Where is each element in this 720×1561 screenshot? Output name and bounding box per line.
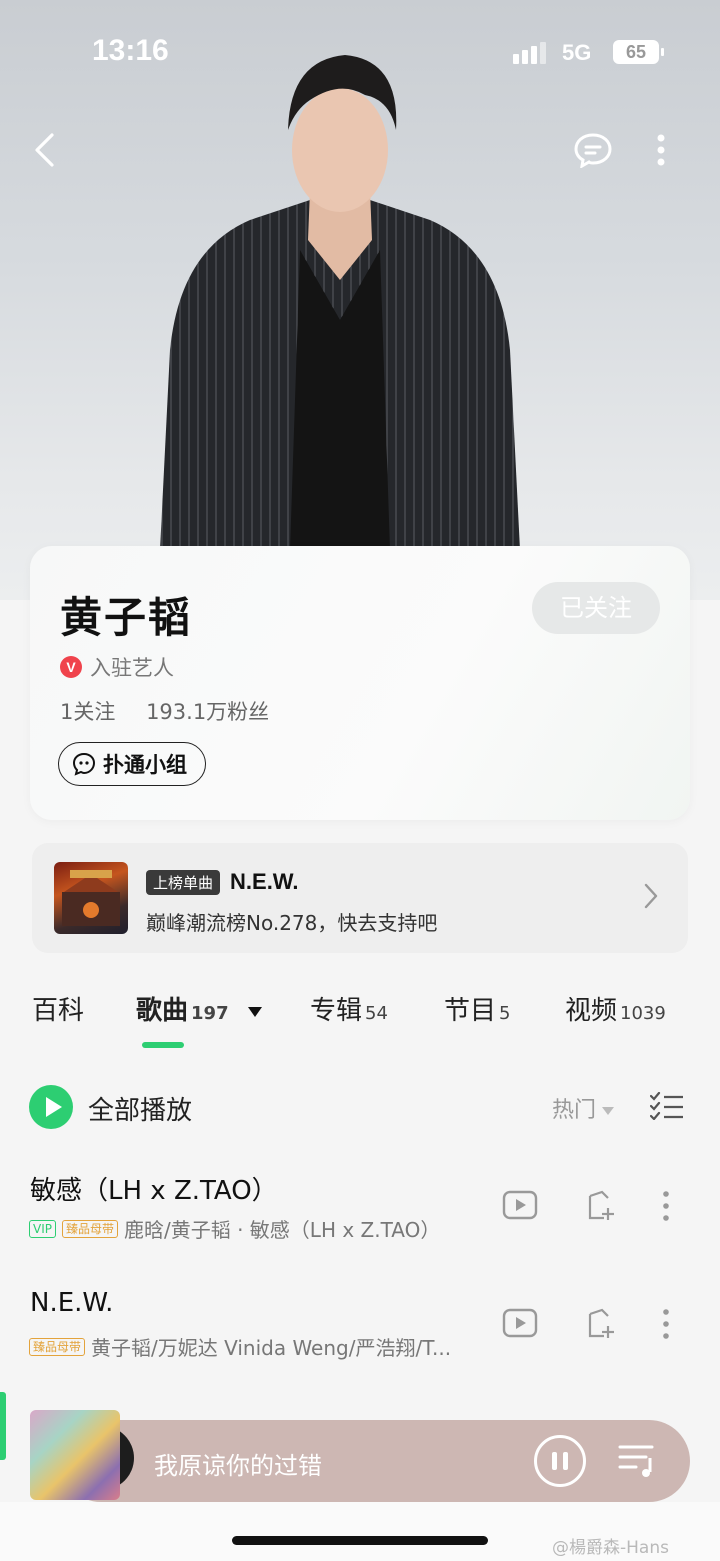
- tab-count: 197: [191, 1003, 229, 1024]
- artist-stats: 1关注 193.1万粉丝: [60, 696, 269, 726]
- status-time: 13:16: [92, 34, 169, 67]
- song-meta: VIP 臻品母带 鹿晗/黄子韬 · 敏感（LH x Z.TAO）: [29, 1214, 440, 1243]
- multi-select-icon[interactable]: [650, 1092, 684, 1120]
- add-to-playlist-icon[interactable]: [586, 1190, 618, 1222]
- playing-indicator-bar: [0, 1392, 6, 1460]
- watermark: @楊爵森-Hans: [552, 1538, 669, 1558]
- content-tabs: 百科 歌曲 197 专辑 54 节目 5 视频 1039: [0, 990, 720, 1050]
- network-type: 5G: [562, 40, 592, 65]
- video-play-icon[interactable]: [502, 1190, 538, 1220]
- tab-songs[interactable]: 歌曲 197: [136, 990, 262, 1027]
- chat-bubble-icon: [574, 133, 612, 168]
- more-vertical-icon[interactable]: [662, 1308, 670, 1340]
- comment-button[interactable]: [571, 128, 615, 172]
- home-indicator[interactable]: [232, 1536, 488, 1545]
- verified-label: 入驻艺人: [90, 656, 174, 680]
- more-vertical-icon[interactable]: [662, 1190, 670, 1222]
- caret-down-icon: [247, 1006, 262, 1017]
- tab-label: 视频: [565, 996, 618, 1026]
- follow-button[interactable]: 已关注: [532, 582, 660, 634]
- pause-button[interactable]: [534, 1435, 586, 1487]
- song-row[interactable]: 敏感（LH x Z.TAO） VIP 臻品母带 鹿晗/黄子韬 · 敏感（LH x…: [0, 1170, 720, 1260]
- chevron-right-icon: [644, 883, 658, 909]
- group-chat-icon: [72, 752, 96, 776]
- fans-count[interactable]: 193.1万粉丝: [146, 700, 269, 724]
- more-options-button[interactable]: [639, 128, 683, 172]
- verified-row: V 入驻艺人: [60, 652, 174, 682]
- back-button[interactable]: [22, 128, 66, 172]
- song-row[interactable]: N.E.W. 臻品母带 黄子韬/万妮达 Vinida Weng/严浩翔/T...: [0, 1288, 720, 1378]
- master-quality-tag: 臻品母带: [29, 1337, 86, 1356]
- fan-group-label: 扑通小组: [103, 753, 187, 777]
- chart-tagline: 上榜单曲 N.E.W.: [146, 869, 298, 895]
- play-all-label[interactable]: 全部播放: [88, 1090, 192, 1127]
- tab-albums[interactable]: 专辑 54: [310, 990, 388, 1027]
- tab-videos[interactable]: 视频 1039: [565, 990, 666, 1027]
- artist-photo: [160, 55, 520, 550]
- more-vertical-icon: [657, 134, 665, 166]
- top-nav: [0, 128, 720, 172]
- video-play-icon[interactable]: [502, 1308, 538, 1338]
- tab-count: 54: [365, 1003, 388, 1024]
- master-quality-tag: 臻品母带: [61, 1219, 118, 1238]
- now-playing-cover[interactable]: [30, 1410, 134, 1500]
- tab-label: 节目: [444, 996, 497, 1026]
- chevron-left-icon: [35, 133, 54, 167]
- song-meta: 臻品母带 黄子韬/万妮达 Vinida Weng/严浩翔/T...: [29, 1332, 451, 1361]
- playlist-queue-icon[interactable]: [618, 1442, 658, 1478]
- sort-dropdown[interactable]: 热门: [552, 1092, 614, 1124]
- tab-label: 专辑: [310, 996, 363, 1026]
- play-all-row: 全部播放 热门: [0, 1084, 720, 1130]
- fan-group-button[interactable]: 扑通小组: [58, 742, 206, 786]
- artist-hero: 13:16 5G 65: [0, 0, 720, 600]
- battery-icon: 65: [613, 40, 664, 64]
- chart-tag: 上榜单曲: [146, 869, 221, 895]
- chart-banner[interactable]: 上榜单曲 N.E.W. 巅峰潮流榜No.278，快去支持吧: [32, 843, 688, 953]
- tab-label: 歌曲: [136, 996, 189, 1026]
- mini-player[interactable]: 我原谅你的过错: [60, 1420, 690, 1502]
- artist-name: 黄子韬: [60, 593, 193, 642]
- chart-song-title: N.E.W.: [230, 869, 299, 894]
- song-title: N.E.W.: [30, 1288, 114, 1318]
- play-all-icon[interactable]: [29, 1085, 73, 1129]
- cover-art: [30, 1410, 120, 1500]
- now-playing-title: 我原谅你的过错: [154, 1452, 322, 1480]
- tab-count: 1039: [620, 1003, 666, 1024]
- verified-badge-icon: V: [60, 656, 82, 678]
- album-art-icon: [62, 870, 120, 926]
- song-artists: 黄子韬/万妮达 Vinida Weng/严浩翔/T...: [91, 1336, 452, 1360]
- chart-subtitle: 巅峰潮流榜No.278，快去支持吧: [146, 911, 438, 935]
- following-count[interactable]: 1关注: [60, 700, 115, 724]
- artist-info-card: 黄子韬 已关注 V 入驻艺人 1关注 193.1万粉丝 扑通小组: [30, 546, 690, 820]
- tab-count: 5: [499, 1003, 511, 1024]
- album-cover: [54, 862, 128, 934]
- vip-tag: VIP: [29, 1219, 56, 1238]
- song-artists: 鹿晗/黄子韬 · 敏感（LH x Z.TAO）: [124, 1218, 441, 1242]
- tab-programs[interactable]: 节目 5: [444, 990, 510, 1027]
- active-tab-indicator: [142, 1042, 184, 1048]
- add-to-playlist-icon[interactable]: [586, 1308, 618, 1340]
- tab-label: 百科: [32, 996, 85, 1026]
- signal-icon: [513, 42, 546, 64]
- tab-wiki[interactable]: 百科: [32, 990, 84, 1027]
- status-bar: 13:16 5G 65: [0, 34, 720, 74]
- song-title: 敏感（LH x Z.TAO）: [30, 1176, 278, 1206]
